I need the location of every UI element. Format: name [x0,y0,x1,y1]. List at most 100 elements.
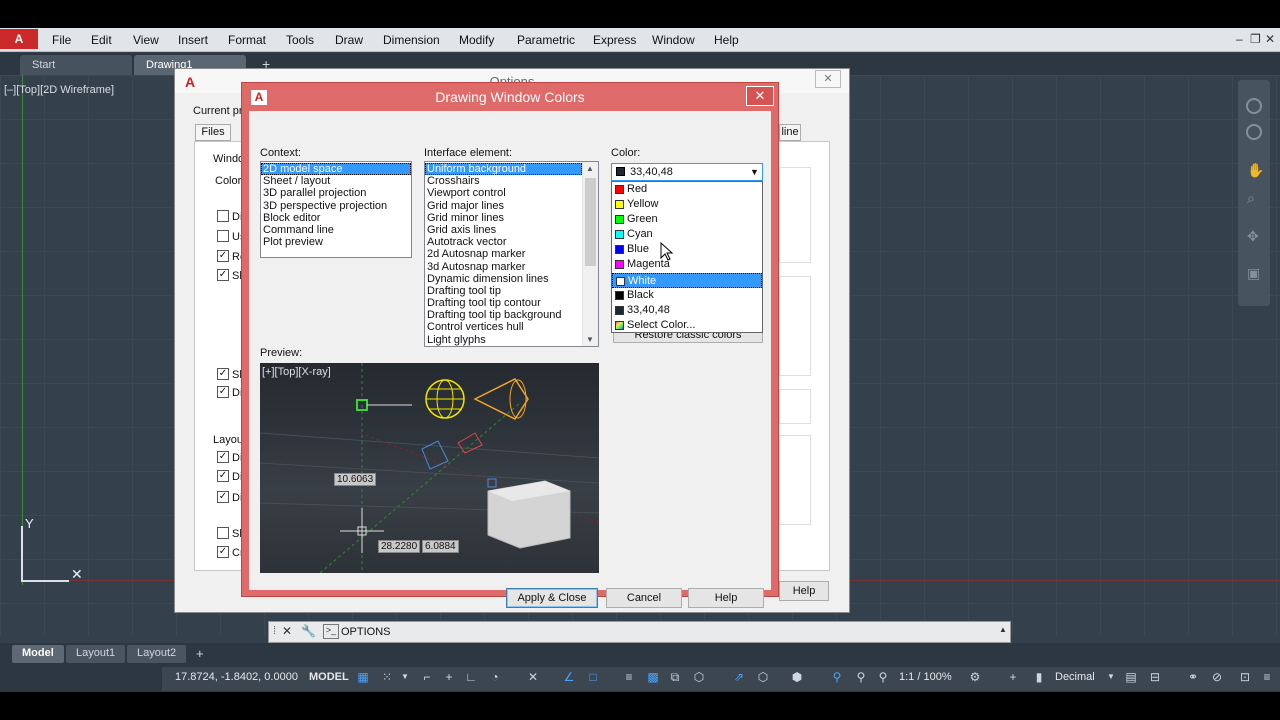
chevron-down-icon[interactable]: ▼ [1104,670,1118,684]
list-item[interactable]: 2d Autosnap marker [425,248,598,260]
scroll-thumb[interactable] [585,178,596,266]
app-logo-icon[interactable]: A [0,29,38,49]
list-item[interactable]: Light glyphs [425,334,598,346]
3d-osnap-icon[interactable]: ⬡ [692,670,706,684]
color-option-white[interactable]: White [612,272,762,288]
command-prompt-icon[interactable]: >_ [323,624,339,639]
color-dropdown-list[interactable]: Red Yellow Green Cyan Blue Magenta White… [611,181,763,333]
close-icon[interactable]: ✕ [282,624,292,638]
tab-layout2[interactable]: Layout2 [127,645,187,663]
menu-insert[interactable]: Insert [178,33,208,47]
color-option-red[interactable]: Red [612,182,762,197]
list-item[interactable]: Dynamic dimension lines [425,273,598,285]
checkbox-checked[interactable]: ✓ [217,491,229,503]
tab-line[interactable]: line [779,124,801,141]
minimize-icon[interactable]: – [1236,32,1243,46]
checkbox-checked[interactable]: ✓ [217,250,229,262]
ortho-icon[interactable]: ∟ [464,670,478,684]
infer-constraints-icon[interactable]: ⌐ [420,670,434,684]
list-item[interactable]: Sheet / layout [261,175,411,187]
checkbox-checked[interactable]: ✓ [217,269,229,281]
list-item[interactable]: 3D parallel projection [261,187,411,199]
close-icon[interactable]: ✕ [1265,32,1275,46]
chevron-up-icon[interactable]: ▲ [999,625,1007,634]
options-help-button[interactable]: Help [779,581,829,601]
menu-tools[interactable]: Tools [286,33,314,47]
list-item[interactable]: Crosshairs [425,175,598,187]
dynamic-input-icon[interactable]: + [442,670,456,684]
dynamic-ucs-icon[interactable]: ⇗ [732,670,746,684]
zoom-icon[interactable]: ⌕ [1247,190,1255,207]
list-item[interactable]: Viewport control [425,187,598,199]
scroll-up-icon[interactable]: ▲ [586,164,594,173]
color-option-blue[interactable]: Blue [612,242,762,257]
orbit-icon[interactable] [1246,124,1262,140]
list-item[interactable]: Command line [261,224,411,236]
checkbox-checked[interactable]: ✓ [217,386,229,398]
grip-icon[interactable]: ⁞ [273,625,276,637]
menu-file[interactable]: File [52,33,71,47]
menu-view[interactable]: View [133,33,159,47]
list-item[interactable]: Uniform background [425,163,582,176]
close-button[interactable]: ✕ [746,86,774,106]
menu-dimension[interactable]: Dimension [383,33,440,47]
viewport-controls[interactable]: [–][Top][2D Wireframe] [4,84,114,96]
tab-start[interactable]: Start [20,55,132,75]
navigation-bar[interactable]: ✋ ⌕ ✥ ▣ [1238,80,1270,306]
clean-screen-icon[interactable]: ⊡ [1238,670,1252,684]
checkbox-checked[interactable]: ✓ [217,368,229,380]
tab-files[interactable]: Files [195,124,231,141]
units-value[interactable]: Decimal [1055,671,1095,683]
polar-icon[interactable]: ◔ [488,670,502,684]
list-item[interactable]: Drafting tool tip [425,285,598,297]
steering-wheel-icon[interactable] [1246,98,1262,114]
list-item[interactable]: Grid major lines [425,200,598,212]
tab-model[interactable]: Model [12,645,64,663]
gizmo-icon[interactable]: ⬢ [790,670,804,684]
color-option-cyan[interactable]: Cyan [612,227,762,242]
menu-draw[interactable]: Draw [335,33,363,47]
isodraft-icon[interactable]: ✕ [526,670,540,684]
quick-properties-icon[interactable]: ▤ [1124,670,1138,684]
apply-close-button[interactable]: Apply & Close [506,588,598,608]
list-item[interactable]: 3d Autosnap marker [425,261,598,273]
tab-layout1[interactable]: Layout1 [66,645,126,663]
checkbox[interactable] [217,527,229,539]
snap-icon[interactable]: ⁙ [380,670,394,684]
help-button[interactable]: Help [688,588,764,608]
checkbox[interactable] [217,230,229,242]
customization-icon[interactable]: ≡ [1260,670,1274,684]
chevron-down-icon[interactable]: ▼ [750,164,759,180]
list-item[interactable]: Drafting tool tip contour [425,297,598,309]
annotation-scale-icon[interactable]: ⚲ [876,670,890,684]
object-snap-icon[interactable]: □ [586,670,600,684]
selection-cycling-icon[interactable]: ⧉ [668,670,682,684]
wrench-icon[interactable]: 🔧 [301,624,316,638]
list-item[interactable]: Plot preview [261,236,411,248]
list-item[interactable]: 2D model space [261,163,411,176]
cancel-button[interactable]: Cancel [606,588,682,608]
menu-format[interactable]: Format [228,33,266,47]
grid-icon[interactable]: ▦ [356,670,370,684]
menu-modify[interactable]: Modify [459,33,494,47]
list-item[interactable]: Autotrack vector [425,236,598,248]
menu-help[interactable]: Help [714,33,739,47]
annotation-visibility-icon[interactable]: ⚲ [830,670,844,684]
color-option-magenta[interactable]: Magenta [612,257,762,272]
presentation-icon[interactable]: ▣ [1247,265,1260,282]
showmotion-icon[interactable]: ✥ [1247,228,1259,245]
menu-window[interactable]: Window [652,33,695,47]
list-item[interactable]: Control vertices hull [425,321,598,333]
annotation-scale-value[interactable]: 1:1 / 100% [899,671,952,683]
context-list[interactable]: 2D model space Sheet / layout 3D paralle… [260,161,412,258]
color-option-33-40-48[interactable]: 33,40,48 [612,303,762,318]
selection-filter-icon[interactable]: ⬡ [756,670,770,684]
list-item[interactable]: Grid minor lines [425,212,598,224]
checkbox-checked[interactable]: ✓ [217,470,229,482]
checkbox-checked[interactable]: ✓ [217,451,229,463]
lineweight-icon[interactable]: ≡ [622,670,636,684]
checkbox[interactable] [217,210,229,222]
command-line[interactable]: ⁞ ✕ 🔧 >_ OPTIONS ▲ [268,621,1011,643]
restore-icon[interactable]: ❐ [1250,32,1261,46]
interface-element-list[interactable]: Uniform background Crosshairs Viewport c… [424,161,599,347]
